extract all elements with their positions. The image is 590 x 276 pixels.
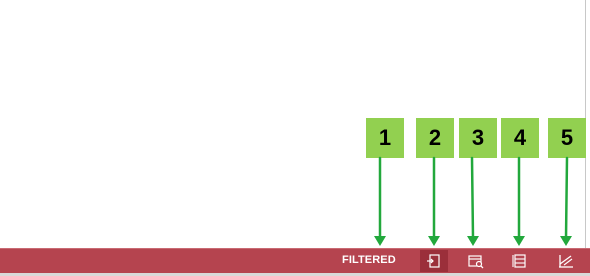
form-view-button[interactable]	[420, 250, 448, 272]
layout-view-button[interactable]	[462, 250, 490, 272]
design-view-button[interactable]	[552, 250, 580, 272]
arrowhead-5	[560, 236, 572, 246]
design-view-icon	[559, 255, 573, 268]
callout-arrows	[374, 156, 572, 246]
arrow-5	[564, 156, 569, 240]
datasheet-view-button[interactable]	[506, 250, 534, 272]
arrowhead-4	[513, 236, 525, 246]
arrowhead-3	[467, 236, 479, 246]
status-bar: FILTERED	[0, 248, 590, 273]
form-view-icon	[427, 254, 440, 268]
arrowhead-1	[374, 236, 386, 246]
layout-view-icon	[468, 255, 484, 269]
datasheet-view-icon	[512, 254, 526, 268]
arrowhead-2	[428, 236, 440, 246]
filtered-indicator[interactable]: FILTERED	[342, 254, 396, 266]
arrow-3	[470, 156, 475, 240]
